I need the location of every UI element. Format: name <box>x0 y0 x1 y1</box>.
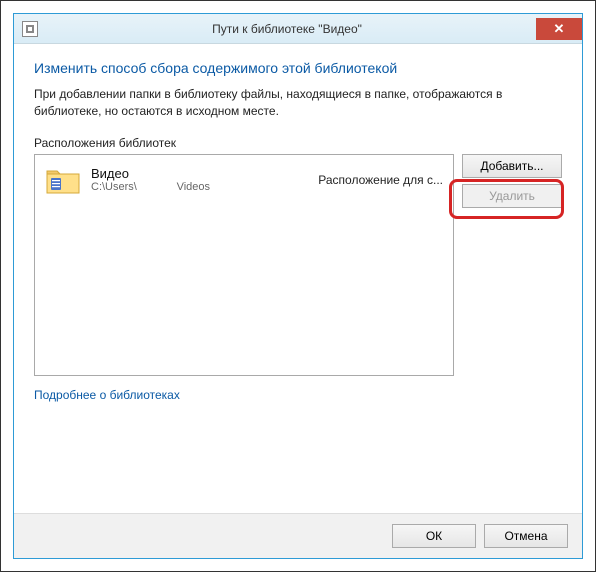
ok-button[interactable]: ОК <box>392 524 476 548</box>
list-item[interactable]: Видео C:\Users\ Videos Расположение для … <box>41 161 447 199</box>
window-title: Пути к библиотеке "Видео" <box>38 22 536 36</box>
library-locations-listbox[interactable]: Видео C:\Users\ Videos Расположение для … <box>34 154 454 376</box>
folder-video-icon <box>45 165 81 195</box>
item-name: Видео <box>91 166 251 181</box>
close-icon: ✕ <box>554 21 565 37</box>
item-path: C:\Users\ Videos <box>91 181 251 193</box>
titlebar: Пути к библиотеке "Видео" ✕ <box>14 14 582 44</box>
remove-button: Удалить <box>462 184 562 208</box>
dialog-heading: Изменить способ сбора содержимого этой б… <box>34 60 562 76</box>
video-library-icon <box>22 21 38 37</box>
add-button[interactable]: Добавить... <box>462 154 562 178</box>
section-label: Расположения библиотек <box>34 136 562 150</box>
dialog-footer: ОК Отмена <box>14 513 582 558</box>
learn-more-link[interactable]: Подробнее о библиотеках <box>34 388 562 402</box>
dialog-content: Изменить способ сбора содержимого этой б… <box>14 44 582 513</box>
cancel-button[interactable]: Отмена <box>484 524 568 548</box>
dialog-window: Пути к библиотеке "Видео" ✕ Изменить спо… <box>13 13 583 559</box>
close-button[interactable]: ✕ <box>536 18 582 40</box>
item-location: Расположение для с... <box>318 173 443 187</box>
dialog-description: При добавлении папки в библиотеку файлы,… <box>34 86 562 120</box>
